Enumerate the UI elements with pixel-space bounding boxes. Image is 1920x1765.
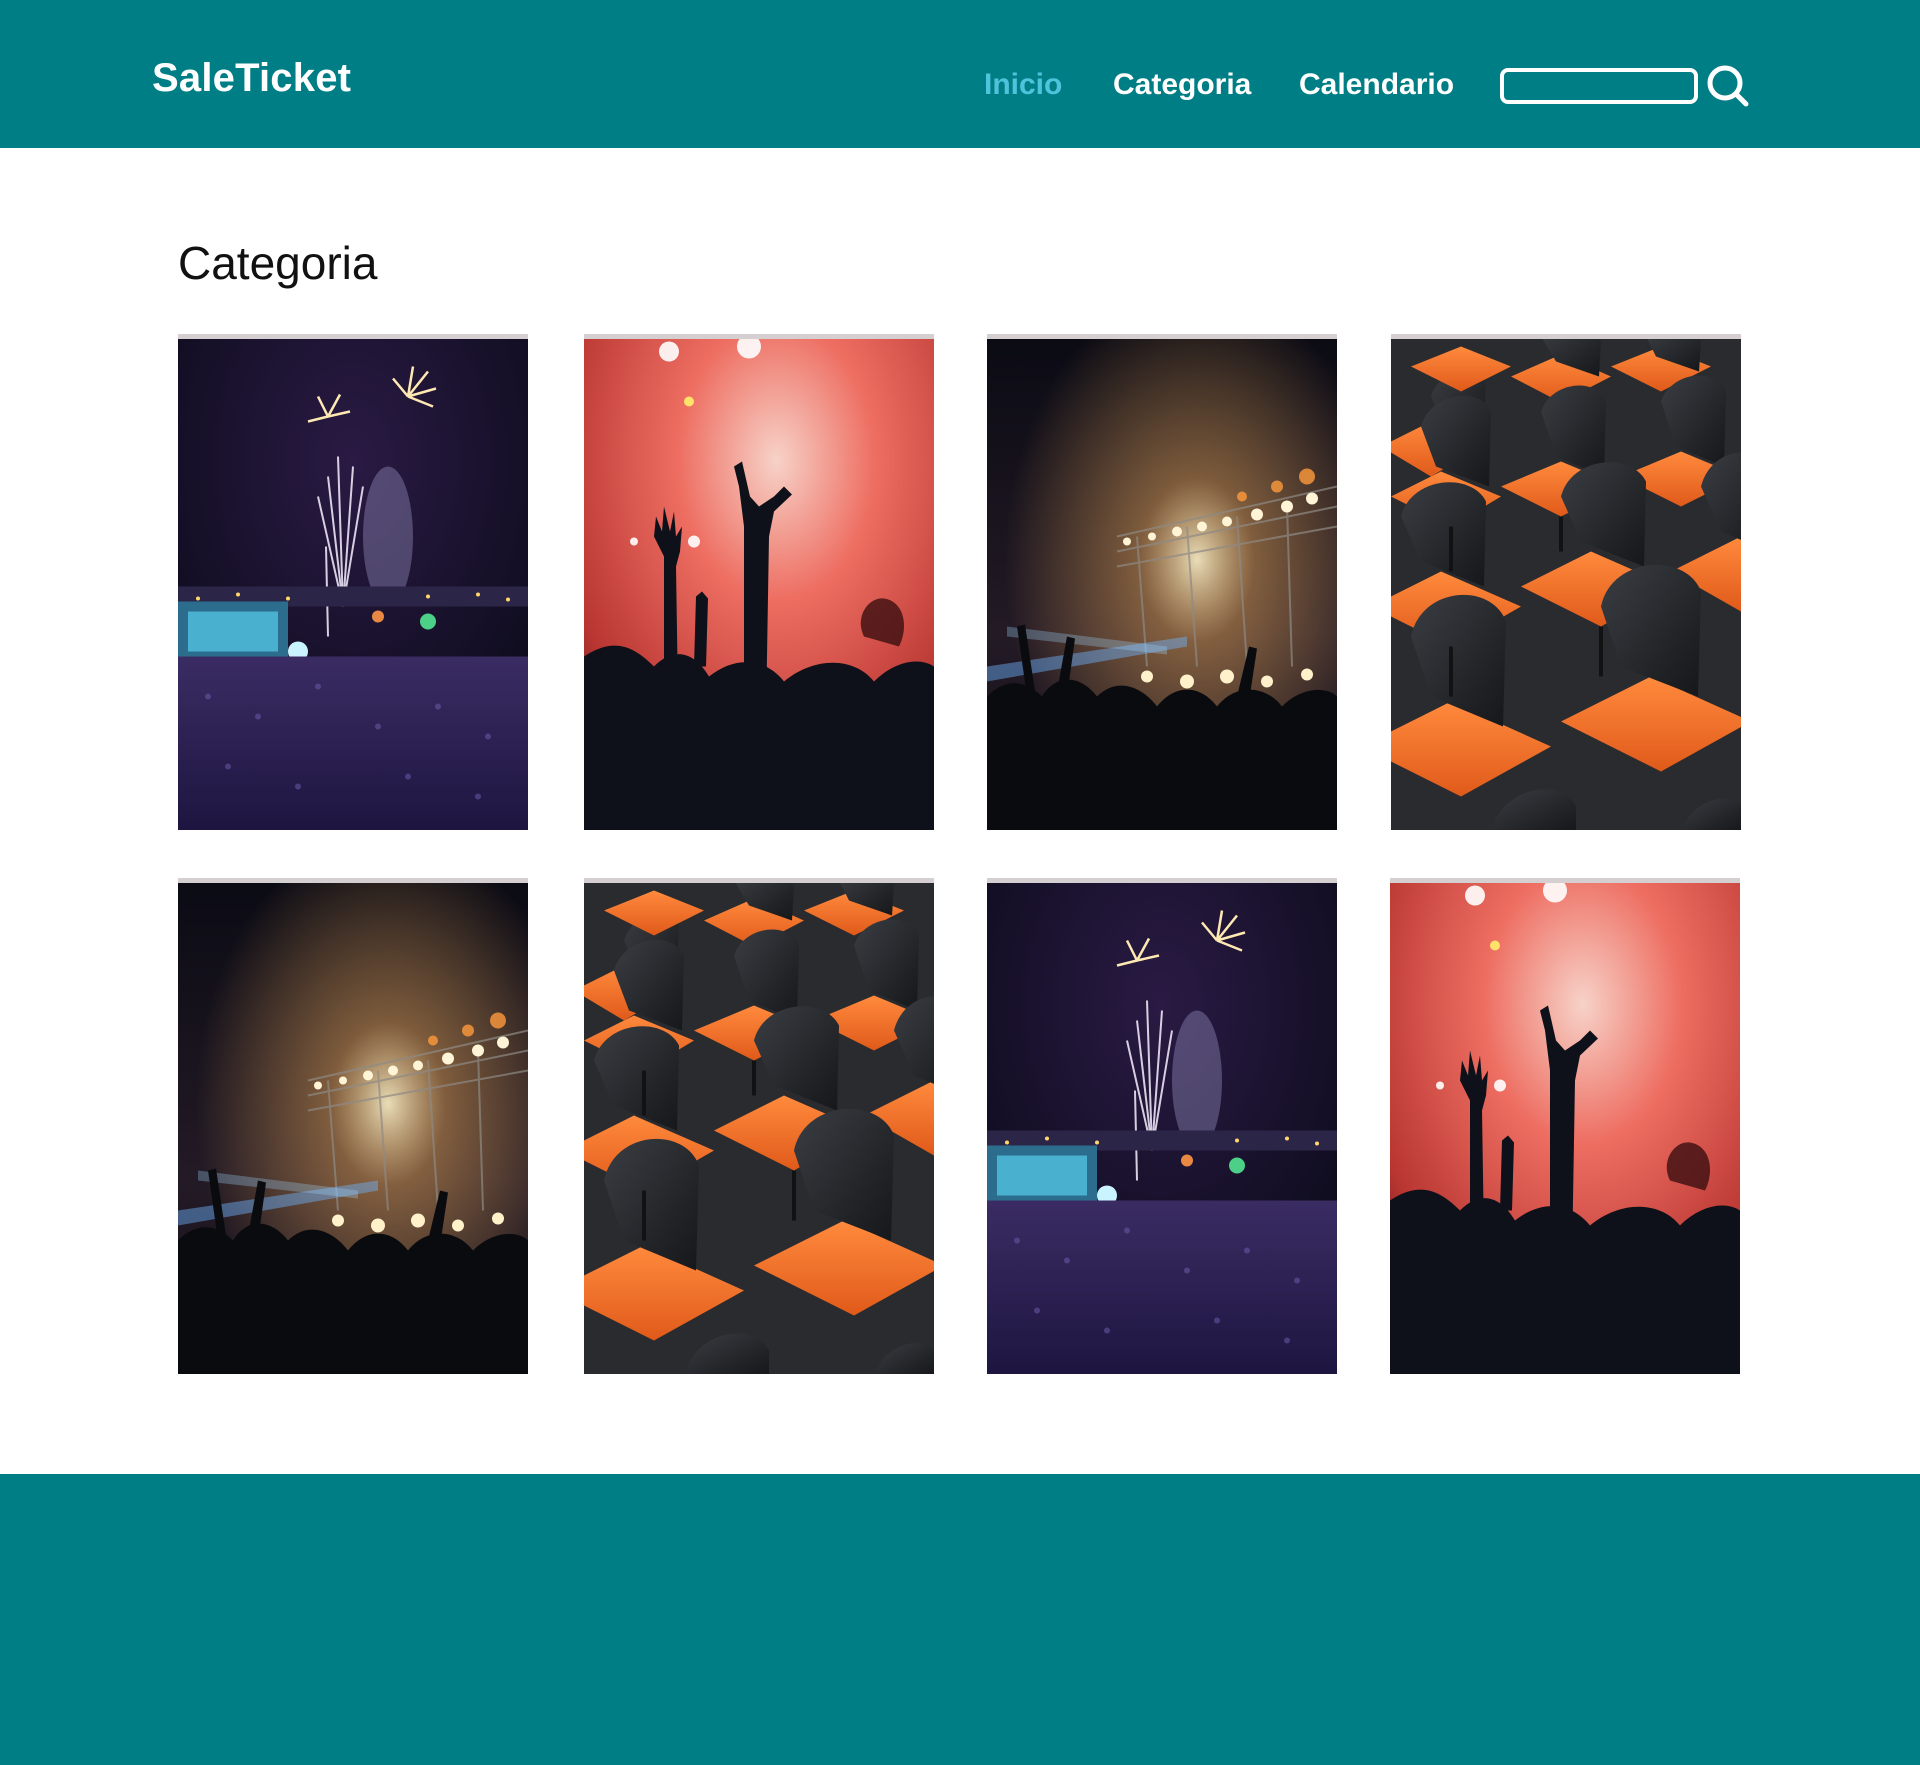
search-icon	[1707, 65, 1749, 107]
event-card[interactable]	[584, 334, 934, 830]
top-navbar: SaleTicket Inicio Categoria Calendario	[0, 0, 1920, 148]
search-button[interactable]	[1706, 64, 1750, 108]
event-image	[987, 339, 1337, 830]
page-title: Categoria	[178, 237, 378, 289]
event-image	[584, 339, 934, 830]
event-image	[987, 883, 1337, 1374]
footer	[0, 1474, 1920, 1765]
nav-link-calendario[interactable]: Calendario	[1299, 68, 1454, 102]
event-card[interactable]	[987, 878, 1337, 1374]
event-card[interactable]	[584, 878, 934, 1374]
event-image	[178, 883, 528, 1374]
nav-link-inicio[interactable]: Inicio	[984, 68, 1062, 102]
search-input[interactable]	[1500, 68, 1698, 104]
event-image	[1391, 339, 1741, 830]
event-card[interactable]	[178, 878, 528, 1374]
event-card[interactable]	[1390, 878, 1740, 1374]
event-image	[584, 883, 934, 1374]
event-card[interactable]	[987, 334, 1337, 830]
event-card[interactable]	[1391, 334, 1741, 830]
event-card[interactable]	[178, 334, 528, 830]
event-image	[178, 339, 528, 830]
event-image	[1390, 883, 1740, 1374]
nav-link-categoria[interactable]: Categoria	[1113, 68, 1251, 102]
brand-logo[interactable]: SaleTicket	[152, 56, 351, 101]
